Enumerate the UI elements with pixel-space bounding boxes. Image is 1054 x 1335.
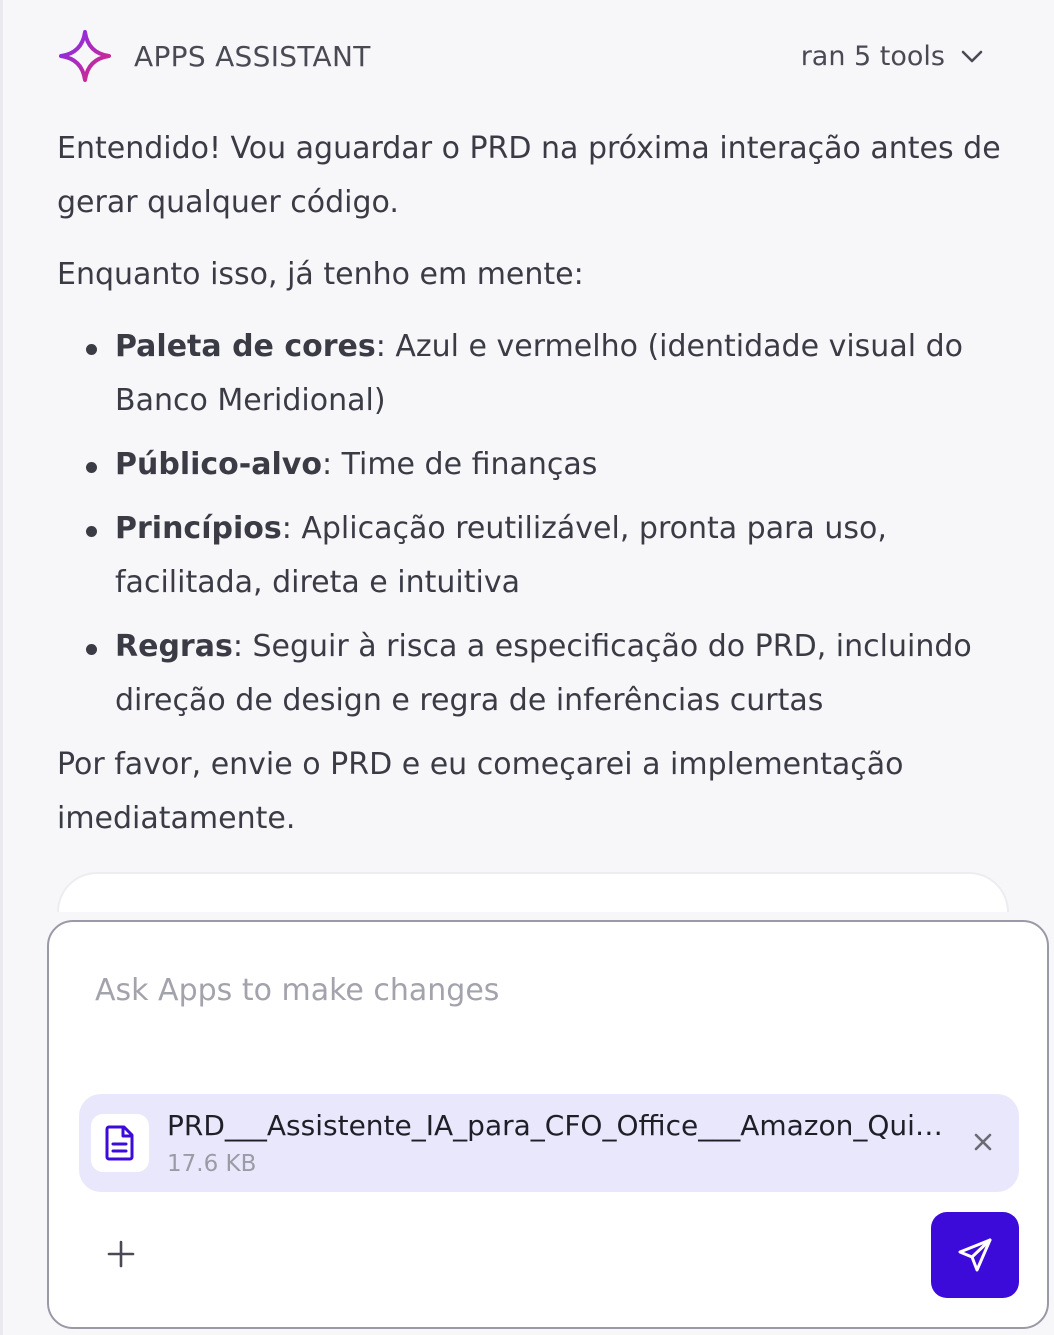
chevron-down-icon: [961, 50, 983, 63]
add-attachment-button[interactable]: [101, 1234, 141, 1274]
file-attachment[interactable]: PRD___Assistente_IA_para_CFO_Office___Am…: [79, 1094, 1019, 1192]
list-item: Princípios: Aplicação reutilizável, pron…: [57, 502, 1017, 610]
send-icon: [958, 1238, 992, 1272]
sparkle-icon: [59, 30, 111, 82]
list-item: Paleta de cores: Azul e vermelho (identi…: [57, 320, 1017, 428]
list-item: Público-alvo: Time de finanças: [57, 438, 1017, 492]
message-bullet-list: Paleta de cores: Azul e vermelho (identi…: [57, 320, 1017, 728]
assistant-message: Entendido! Vou aguardar o PRD na próxima…: [57, 122, 1017, 864]
bullet-term: Público-alvo: [115, 447, 322, 482]
message-closing: Por favor, envie o PRD e eu começarei a …: [57, 747, 904, 836]
send-button[interactable]: [931, 1212, 1019, 1298]
close-icon: [974, 1133, 992, 1151]
message-intro: Entendido! Vou aguardar o PRD na próxima…: [57, 131, 1001, 220]
remove-attachment-button[interactable]: [969, 1128, 997, 1156]
bullet-term: Princípios: [115, 511, 282, 546]
bullet-term: Regras: [115, 629, 233, 664]
assistant-title: APPS ASSISTANT: [134, 40, 371, 73]
card-edge: [57, 872, 1009, 912]
bullet-text: : Seguir à risca a especificação do PRD,…: [115, 629, 972, 718]
composer-input[interactable]: [95, 962, 995, 1018]
bullet-term: Paleta de cores: [115, 329, 376, 364]
message-lead: Enquanto isso, já tenho em mente:: [57, 257, 584, 292]
bullet-text: : Time de finanças: [321, 447, 598, 482]
attachment-file-name: PRD___Assistente_IA_para_CFO_Office___Am…: [167, 1109, 957, 1142]
attachment-file-size: 17.6 KB: [167, 1151, 257, 1177]
file-icon-box: [91, 1114, 149, 1172]
tools-label: ran 5 tools: [800, 41, 945, 72]
message-composer: PRD___Assistente_IA_para_CFO_Office___Am…: [47, 920, 1049, 1329]
document-icon: [105, 1125, 134, 1161]
plus-icon: [107, 1240, 135, 1268]
assistant-panel: APPS ASSISTANT ran 5 tools Entendido! Vo…: [0, 0, 1054, 1335]
list-item: Regras: Seguir à risca a especificação d…: [57, 620, 1017, 728]
panel-header: APPS ASSISTANT ran 5 tools: [3, 0, 1054, 112]
tools-toggle-button[interactable]: ran 5 tools: [801, 38, 985, 76]
